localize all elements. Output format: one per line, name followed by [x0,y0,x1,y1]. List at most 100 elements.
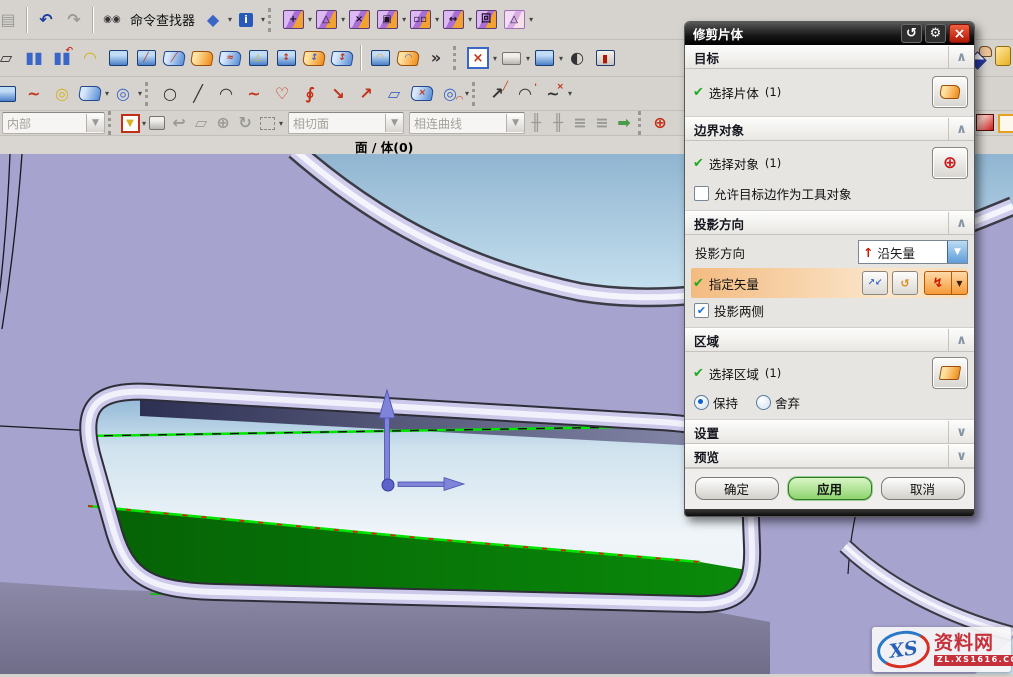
section-projection-header[interactable]: 投影方向 ∧ [685,211,974,235]
curve-blend-button[interactable]: ◠' [511,80,539,108]
section-target-header[interactable]: 目标 ∧ [685,45,974,69]
follow-fillet-button[interactable]: ➡ [613,112,635,134]
bend-sheet-button[interactable]: ◠ [366,44,394,72]
copy-face-button[interactable]: ▣ [373,6,401,34]
tube-button[interactable]: ◎ [109,80,137,108]
section-view-button[interactable]: ▮ [591,44,619,72]
face-rule-dropdown[interactable]: 相切面 ▼ [288,112,404,134]
trim-body-button[interactable] [104,44,132,72]
offset-region-button[interactable]: △ [312,6,340,34]
appearance-button[interactable]: ◐ [563,44,591,72]
start-sketch-button[interactable]: ◆ [199,6,227,34]
mirror-feature-button[interactable]: ▮▮ [20,44,48,72]
allow-target-edges-checkbox[interactable] [694,186,709,201]
collapse-button[interactable]: ∧ [948,118,974,140]
expand-button[interactable]: ∨ [948,421,974,443]
swept-flange-button[interactable]: ◠ [394,44,422,72]
close-button[interactable]: × [949,24,970,43]
pattern-face-button[interactable]: ▫▫ [406,6,434,34]
collapse-button[interactable]: ∧ [948,46,974,68]
eraser-button[interactable]: ▱ [190,112,212,134]
four-point-surface-button[interactable] [76,80,104,108]
keep-radio[interactable] [694,395,709,410]
section-region-header[interactable]: 区域 ∧ [685,328,974,352]
apply-button[interactable]: 应用 [788,477,872,500]
toolbar-grip[interactable] [453,46,459,70]
select-object-row[interactable]: ✔ 选择对象 (1) ⊕ [691,145,968,181]
toolbar-grip[interactable] [268,8,274,32]
dropdown-arrow-icon[interactable]: ▾ [465,89,469,98]
extrude-button[interactable]: ◎ [48,80,76,108]
select-region-button[interactable] [932,357,968,389]
thicken-button[interactable]: ↕ [300,44,328,72]
point-dialog-button[interactable]: ⊕ [649,112,671,134]
select-object-button[interactable]: ⊕ [932,147,968,179]
law-extension-button[interactable]: ↕ [328,44,356,72]
selection-filter-button[interactable]: ▼ [119,112,141,134]
studio-surface-button[interactable] [0,80,20,108]
patch-button[interactable]: △ [244,44,272,72]
reset-button[interactable]: ↺ [901,24,922,43]
chain-curves-button[interactable]: ≡ [569,112,591,134]
move-to-layer-button[interactable] [497,44,525,72]
vector-origin-handle[interactable] [382,479,394,491]
shaded-display-button[interactable] [530,44,558,72]
resize-face-button[interactable]: ↔ [439,6,467,34]
vector-arrow-z-shaft[interactable] [385,412,390,484]
dropdown-arrow-icon[interactable]: ▾ [529,15,533,24]
dialog-options-button[interactable]: ⚙ [925,24,946,43]
selection-scope-dropdown[interactable]: 内部 ▼ [2,112,105,134]
dropdown-arrow-icon[interactable]: ▾ [279,119,283,128]
vector-method-dropdown[interactable]: ▼ [952,271,968,295]
project-curve-button[interactable]: ↘ [324,80,352,108]
deselect-last-button[interactable]: ↩ [168,112,190,134]
cancel-button[interactable]: 取消 [881,477,965,500]
section-boundary-header[interactable]: 边界对象 ∧ [685,117,974,141]
show-hide-button[interactable]: × [464,44,492,72]
ok-button[interactable]: 确定 [695,477,779,500]
collapse-button[interactable]: ∧ [948,212,974,234]
line-button[interactable]: ╱ [184,80,212,108]
collapse-button[interactable]: ∧ [948,329,974,351]
sew-button[interactable]: ≈ [216,44,244,72]
delete-face-button[interactable]: × [345,6,373,34]
projection-direction-dropdown[interactable]: ↑ 沿矢量 ▼ [858,240,968,264]
trimmed-sheet-button[interactable]: ╱ [160,44,188,72]
discard-radio[interactable] [756,395,771,410]
trim-curve-button[interactable]: ↗╱ [483,80,511,108]
redo-button[interactable]: ↷ [60,6,88,34]
pattern-feature-button[interactable]: △ [500,6,528,34]
paint-tool-icon[interactable] [995,46,1011,66]
move-face-button[interactable]: + [279,6,307,34]
undo-button[interactable]: ↶ [32,6,60,34]
solid-preselect-button[interactable] [146,112,168,134]
stop-at-intersection-button[interactable]: ╫ [525,112,547,134]
swoop-surface-button[interactable]: ∼ [20,80,48,108]
offset-surface-button[interactable]: ↕ [272,44,300,72]
paste-button[interactable]: ▤ [0,6,22,34]
toolbar-grip[interactable] [145,82,151,106]
rectangle-select-button[interactable] [256,112,278,134]
circle-button[interactable]: ○ [156,80,184,108]
dialog-title-bar[interactable]: 修剪片体 ↺ ⚙ × [685,22,974,45]
shell-body-button[interactable]: 回 [472,6,500,34]
toolbar-grip[interactable] [472,82,478,106]
curve-rule-dropdown[interactable]: 相连曲线 ▼ [409,112,525,134]
chain-within-feature-button[interactable]: ≡ [591,112,613,134]
project-both-sides-row[interactable]: ✔ 投影两侧 [691,298,968,322]
intersection-curve-button[interactable]: × [408,80,436,108]
information-button[interactable]: i [232,6,260,34]
select-sheet-row[interactable]: ✔ 选择片体 (1) [691,73,968,111]
project-both-sides-checkbox[interactable]: ✔ [694,303,709,318]
split-body-button[interactable]: ╱ [132,44,160,72]
profile-button[interactable]: ♡ [268,80,296,108]
rotate-point-button[interactable]: ↻ [234,112,256,134]
dome-button[interactable]: ◠ [76,44,104,72]
vector-constructor-button[interactable]: ↗↙ [862,271,888,295]
allow-target-edges-row[interactable]: 允许目标边作为工具对象 [691,181,968,205]
section-curve-button[interactable]: ◎◠ [436,80,464,108]
vector-method-button[interactable]: ↯ [924,271,952,295]
helix-button[interactable]: ∮ [296,80,324,108]
section-settings-header[interactable]: 设置 ∨ [685,420,974,444]
combine-curve-button[interactable]: ↗ [352,80,380,108]
